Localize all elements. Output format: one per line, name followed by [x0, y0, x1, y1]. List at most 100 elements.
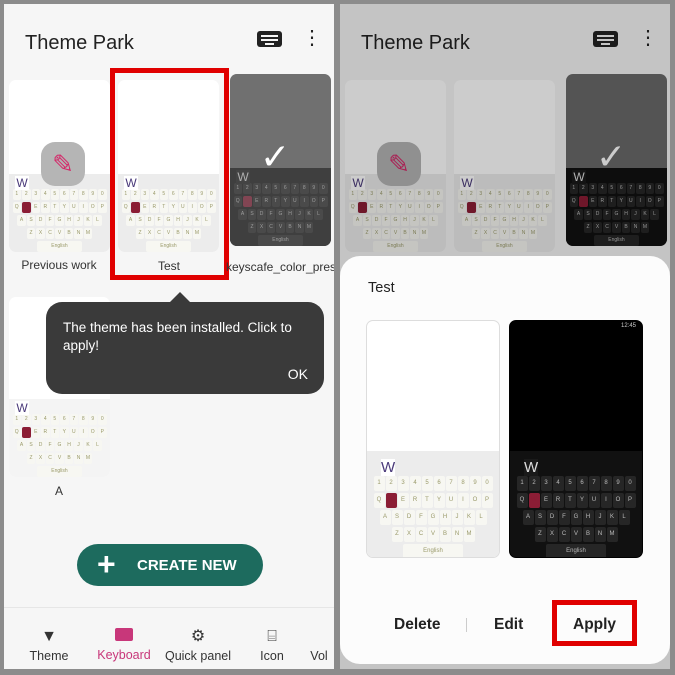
key: X	[36, 228, 45, 239]
key: 6	[433, 476, 445, 491]
nav-icon[interactable]: ⌸ Icon	[254, 628, 290, 663]
key: G	[427, 510, 439, 525]
nav-label: Theme	[29, 649, 69, 663]
key: 6	[60, 414, 69, 425]
dark-preview: 12:45 W1234567890QWERTYUIOPASDFGHJKLZXCV…	[509, 320, 643, 558]
key: R	[409, 493, 421, 508]
key: O	[469, 493, 481, 508]
apply-sheet-screen: Theme Park ⋮ W1234567890QWERTYUIOPASDFGH…	[340, 4, 670, 669]
key: A	[379, 510, 391, 525]
key: D	[546, 510, 558, 525]
key: T	[50, 427, 59, 438]
delete-button[interactable]: Delete	[394, 616, 441, 634]
edit-pencil-icon: ✎	[41, 142, 85, 186]
keyboard-icon[interactable]	[257, 31, 282, 47]
create-new-button[interactable]: + CREATE NEW	[77, 544, 263, 586]
key: Z	[534, 527, 546, 542]
create-new-label: CREATE NEW	[137, 557, 237, 574]
key: H	[64, 215, 74, 226]
key: 3	[31, 189, 40, 200]
key: 1	[373, 476, 385, 491]
key: 5	[50, 414, 59, 425]
nav-theme[interactable]: ▼ Theme	[24, 628, 74, 663]
key: E	[31, 202, 40, 213]
key: N	[74, 453, 83, 464]
key: 2	[22, 414, 31, 425]
edit-button[interactable]: Edit	[494, 616, 523, 634]
key: U	[69, 202, 78, 213]
key: T	[50, 202, 59, 213]
key-popup: W	[15, 401, 29, 415]
key: 9	[88, 189, 97, 200]
key: U	[69, 427, 78, 438]
key: O	[612, 493, 624, 508]
key: 5	[564, 476, 576, 491]
key: Z	[26, 453, 36, 464]
key: S	[391, 510, 403, 525]
key: B	[64, 453, 74, 464]
preview-time: 12:45	[620, 323, 636, 329]
keyboard-preview: W 1 2 3 4 5 6 7 8 9 0 Q W E R T Y U I O P A S D F G H J K L Z X C V B N M Eng…	[9, 399, 110, 477]
light-preview: W 1 2 3 4 5 6 7 8 9 0 Q W E R T Y U I O P A S D F G H J K L Z X C V B N M Eng…	[366, 320, 500, 558]
checkmark-icon: ✓	[260, 136, 291, 177]
key: 9	[469, 476, 481, 491]
key: P	[481, 493, 493, 508]
key: C	[415, 527, 427, 542]
key: Q	[516, 493, 528, 508]
theme-card-keyscafe[interactable]: W 1 2 3 4 5 6 7 8 9 0 Q W E R T Y U I O P A S D F G H J K L Z X C V B N M Eng…	[230, 74, 331, 246]
key: Q	[12, 202, 21, 213]
tooltip-ok-button[interactable]: OK	[288, 366, 308, 382]
key: D	[403, 510, 415, 525]
key: 1	[12, 189, 21, 200]
key: Y	[60, 202, 69, 213]
nav-keyboard[interactable]: Keyboard	[94, 628, 154, 662]
key: 3	[540, 476, 552, 491]
key: 4	[41, 414, 50, 425]
key: 0	[98, 414, 107, 425]
key-popup: W	[524, 459, 539, 476]
brush-icon: ▼	[41, 628, 57, 645]
installed-tooltip[interactable]: The theme has been installed. Click to a…	[46, 292, 324, 394]
key: 4	[409, 476, 421, 491]
keyboard-preview: W 1 2 3 4 5 6 7 8 9 0 Q W E R T Y U I O P A S D F G H J K L Z X C V B N M Eng…	[367, 451, 499, 557]
key: 3	[397, 476, 409, 491]
key: X	[36, 453, 45, 464]
key: M	[83, 453, 93, 464]
key: M	[606, 527, 618, 542]
space-key: English	[37, 466, 82, 477]
theme-name: Previous work	[21, 258, 97, 272]
highlight-box	[110, 68, 229, 280]
theme-card-previous-work[interactable]: W 1 2 3 4 5 6 7 8 9 0 Q W E R T Y U I O P A S D F G H J K L Z X C V B N M Eng…	[9, 80, 110, 252]
key: S	[26, 440, 36, 451]
key: 0	[624, 476, 636, 491]
key: 7	[588, 476, 600, 491]
key: W	[528, 493, 540, 508]
key: X	[403, 527, 415, 542]
nav-vol[interactable]: Vol	[307, 649, 331, 663]
key: I	[600, 493, 612, 508]
key-popup: W	[381, 459, 396, 476]
key: J	[74, 440, 83, 451]
key: K	[83, 440, 93, 451]
key: 9	[612, 476, 624, 491]
key: Z	[391, 527, 403, 542]
key: 0	[98, 189, 107, 200]
nav-label: Icon	[260, 649, 284, 663]
key: P	[98, 202, 107, 213]
key: W	[385, 493, 397, 508]
key: 0	[481, 476, 493, 491]
key: V	[570, 527, 582, 542]
key: 5	[50, 189, 59, 200]
key: 2	[22, 189, 31, 200]
more-options-icon[interactable]: ⋮	[302, 28, 322, 48]
key: V	[55, 453, 64, 464]
space-key: English	[546, 544, 606, 557]
key: 3	[31, 414, 40, 425]
nav-quick-panel[interactable]: ⚙ Quick panel	[164, 628, 232, 663]
key: B	[64, 228, 74, 239]
space-key: English	[403, 544, 463, 557]
divider	[466, 618, 467, 632]
key: A	[17, 215, 26, 226]
key: R	[552, 493, 564, 508]
bottom-nav: ▼ Theme Keyboard ⚙ Quick panel ⌸ Icon Vol	[4, 607, 334, 669]
